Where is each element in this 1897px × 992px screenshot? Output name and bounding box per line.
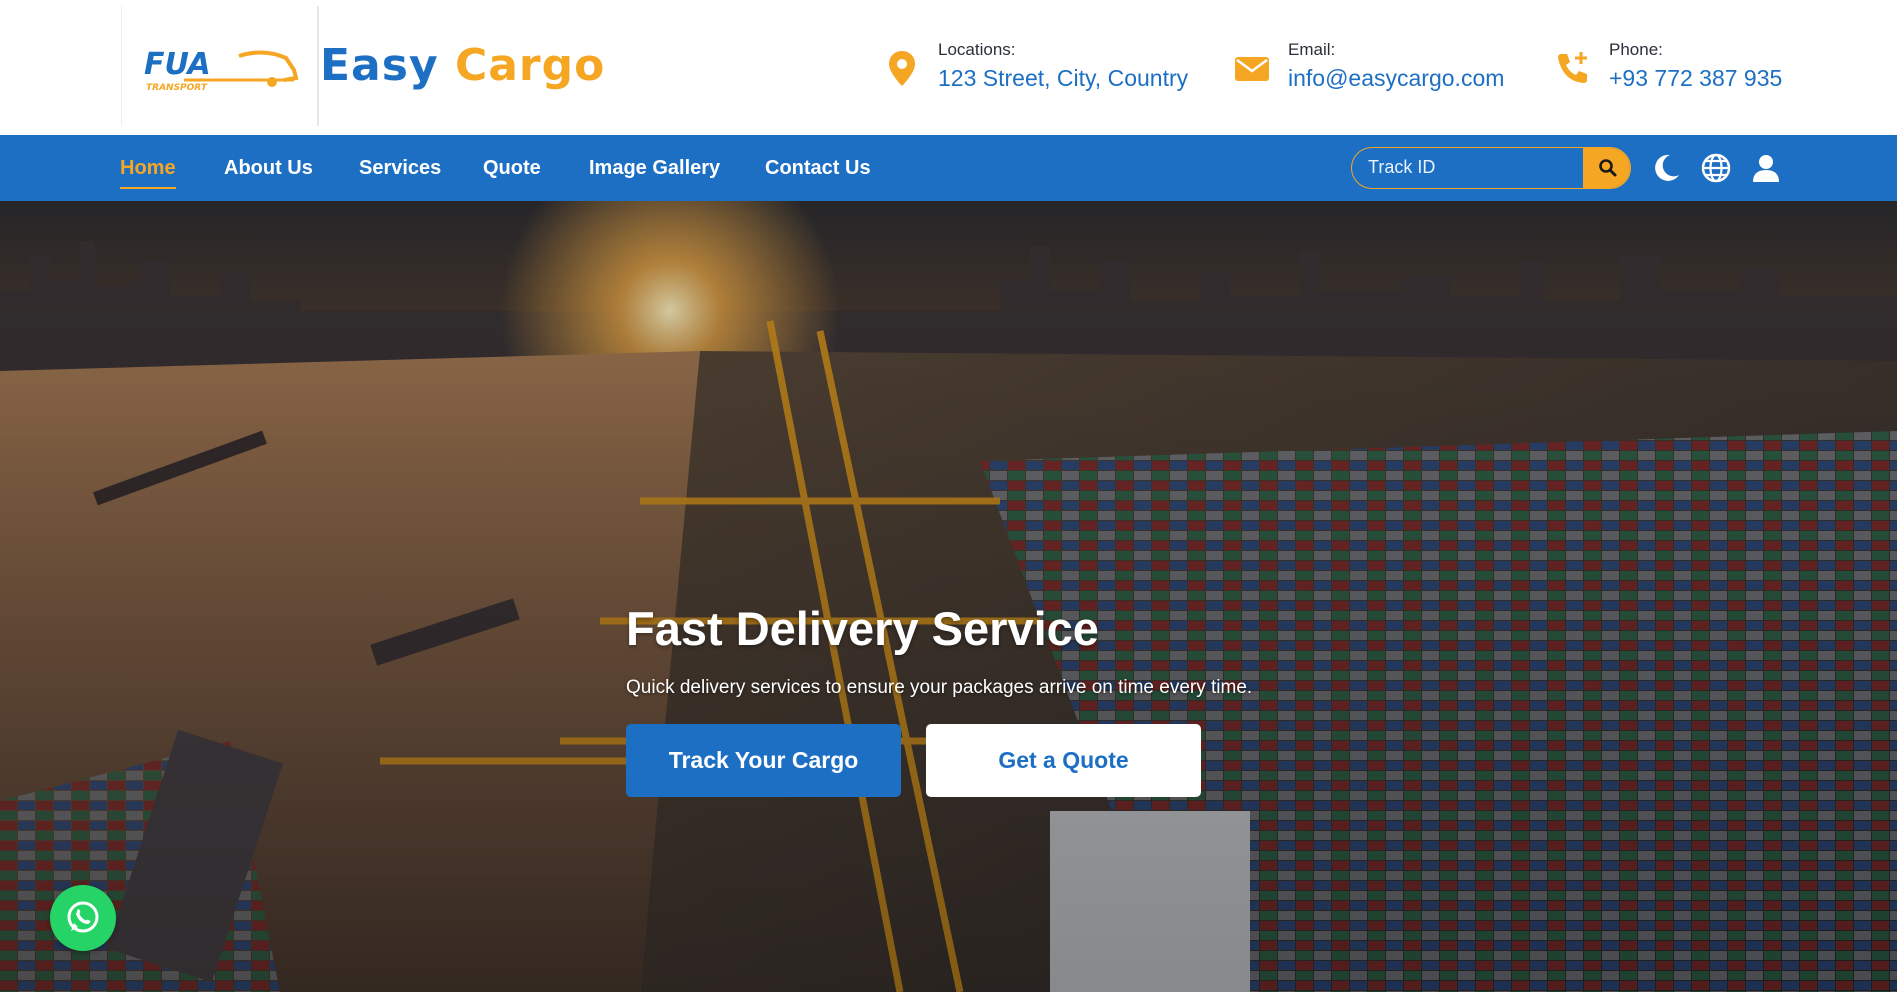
nav-about-us[interactable]: About Us bbox=[224, 157, 313, 180]
hero-subtitle: Quick delivery services to ensure your p… bbox=[626, 677, 1253, 698]
logo-mark: FUA TRANSPORT bbox=[144, 47, 299, 93]
nav-home[interactable]: Home bbox=[120, 157, 176, 189]
logo-text: FUA bbox=[144, 47, 211, 82]
track-your-cargo-button[interactable]: Track Your Cargo bbox=[626, 724, 901, 797]
phone-label: Phone: bbox=[1609, 40, 1663, 59]
phone-link[interactable]: +93 772 387 935 bbox=[1609, 65, 1782, 92]
nav-quote[interactable]: Quote bbox=[483, 157, 541, 180]
location-value: 123 Street, City, Country bbox=[938, 65, 1189, 91]
nav-services[interactable]: Services bbox=[359, 157, 441, 180]
location-pin-icon bbox=[889, 51, 915, 86]
logo-subtext: TRANSPORT bbox=[146, 83, 208, 93]
nav-contact-us[interactable]: Contact Us bbox=[765, 157, 871, 180]
nav-image-gallery[interactable]: Image Gallery bbox=[589, 157, 720, 180]
get-a-quote-button[interactable]: Get a Quote bbox=[926, 724, 1201, 797]
logo[interactable]: FUA TRANSPORT bbox=[121, 6, 319, 126]
search-icon bbox=[1598, 159, 1616, 177]
envelope-icon bbox=[1235, 57, 1269, 81]
main-nav: Home About Us Services Quote Image Galle… bbox=[0, 135, 1897, 201]
user-icon[interactable] bbox=[1750, 152, 1782, 184]
whatsapp-chat-button[interactable] bbox=[50, 885, 116, 951]
brand-name[interactable]: Easy Cargo bbox=[320, 40, 605, 91]
brand-name-part2: Cargo bbox=[454, 40, 606, 91]
globe-icon[interactable] bbox=[1700, 152, 1732, 184]
track-search-button[interactable] bbox=[1583, 148, 1630, 188]
phone-add-icon bbox=[1558, 52, 1587, 83]
site-header: FUA TRANSPORT Easy Cargo Locations: 123 … bbox=[0, 0, 1897, 135]
moon-icon[interactable] bbox=[1650, 152, 1682, 184]
hero-section: Fast Delivery Service Quick delivery ser… bbox=[0, 201, 1897, 992]
location-label: Locations: bbox=[938, 40, 1016, 59]
email-label: Email: bbox=[1288, 40, 1336, 59]
hero-background-image bbox=[0, 201, 1897, 992]
track-search bbox=[1351, 147, 1631, 189]
email-link[interactable]: info@easycargo.com bbox=[1288, 65, 1504, 92]
track-id-input[interactable] bbox=[1352, 148, 1584, 187]
brand-name-part1: Easy bbox=[320, 40, 439, 91]
hero-title: Fast Delivery Service bbox=[626, 602, 1099, 655]
whatsapp-icon bbox=[67, 901, 99, 933]
